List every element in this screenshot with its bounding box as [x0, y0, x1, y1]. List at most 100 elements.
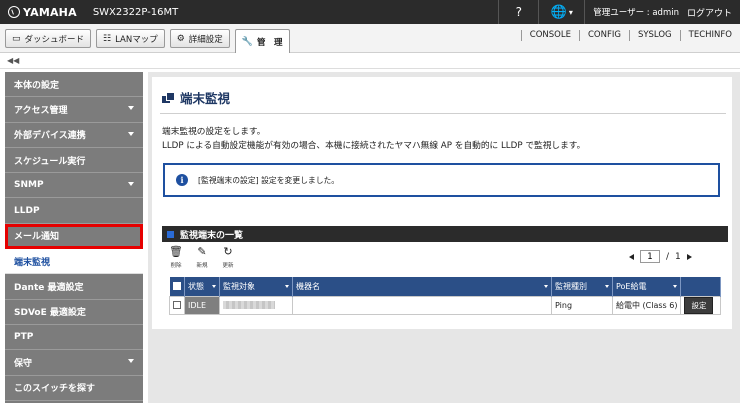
sidebar-item-mail-notification[interactable]: メール通知 [5, 223, 143, 250]
row-select-cell [169, 295, 185, 315]
chevron-down-icon: ▾ [568, 7, 573, 17]
column-poe[interactable]: PoE給電 [612, 277, 682, 296]
edit-icon: ✎ [197, 245, 207, 258]
sort-icon [605, 284, 609, 288]
column-state[interactable]: 状態 [184, 277, 220, 296]
trash-icon: 🗑 [169, 245, 183, 258]
list-title: 監視端末の一覧 [180, 230, 244, 241]
info-icon: i [176, 174, 188, 186]
console-link[interactable]: CONSOLE [520, 30, 579, 41]
sidebar-item-lldp[interactable]: LLDP [5, 198, 143, 224]
sidebar-item-external-devices[interactable]: 外部デバイス連携 [5, 123, 143, 148]
sidebar-item-ptp[interactable]: PTP [5, 325, 143, 351]
device-model: SWX2322P-16MT [92, 6, 179, 18]
page-description: 端末監視の設定をします。 LLDP による自動設定機能が有効の場合、本機に接続さ… [162, 125, 585, 153]
page-separator: / [666, 251, 670, 262]
next-page-icon[interactable] [686, 253, 692, 260]
brand-logo: YAMAHA [8, 6, 77, 19]
description-line-1: 端末監視の設定をします。 [162, 127, 266, 137]
refresh-button[interactable]: ↻ 更新 [218, 245, 238, 273]
column-device-name[interactable]: 機器名 [292, 277, 552, 296]
sort-icon [673, 284, 678, 288]
yamaha-logo-icon [8, 6, 20, 18]
page-title-text: 端末監視 [180, 91, 231, 106]
sidebar-item-access-control[interactable]: アクセス管理 [5, 97, 143, 123]
table-header-row: 状態 監視対象 機器名 監視種別 PoE給電 [169, 277, 722, 296]
help-button[interactable]: ? [498, 0, 538, 24]
gear-icon: ⚙ [176, 33, 185, 44]
list-header: 監視端末の一覧 [162, 226, 728, 242]
table-row: IDLE Ping 給電中 (Class 6) 設定 [169, 295, 722, 315]
square-icon [167, 230, 174, 238]
user-label: 管理ユーザー : admin [593, 8, 679, 18]
select-all-checkbox[interactable] [172, 282, 181, 291]
monitor-table: 状態 監視対象 機器名 監視種別 PoE給電 IDLE Ping 給電中 (Cl… [169, 277, 722, 315]
help-icon: ? [515, 5, 522, 19]
top-bar: YAMAHA SWX2322P-16MT ? 🌐 ▾ 管理ユーザー : admi… [0, 0, 740, 24]
collapse-strip: ◀◀ [0, 54, 740, 69]
map-icon: ☷ [103, 33, 112, 44]
description-line-2: LLDP による自動設定機能が有効の場合、本機に接続されたヤマハ無線 AP を自… [162, 141, 586, 151]
tab-management[interactable]: 🔧 管 理 [234, 29, 290, 53]
collapse-sidebar-icon[interactable]: ◀◀ [7, 56, 19, 65]
windows-icon [162, 92, 175, 103]
prev-page-icon[interactable] [629, 253, 634, 260]
techinfo-link[interactable]: TECHINFO [679, 30, 740, 41]
globe-icon: 🌐 [550, 4, 567, 20]
title-divider [160, 113, 726, 114]
sidebar-item-find-switch[interactable]: このスイッチを探す [5, 376, 143, 401]
delete-button[interactable]: 🗑 削除 [166, 245, 186, 273]
chevron-down-icon [128, 359, 134, 364]
logout-link[interactable]: ログアウト [687, 6, 732, 19]
monitor-icon: ▭ [12, 33, 21, 44]
list-toolbar: 🗑 削除 ✎ 新規 ↻ 更新 [162, 245, 238, 273]
tab-dashboard[interactable]: ▭ ダッシュボード [5, 29, 92, 48]
chevron-down-icon [128, 182, 134, 187]
brand-name: YAMAHA [23, 5, 77, 19]
row-target [219, 295, 293, 315]
page-total: 1 [675, 251, 681, 262]
tab-advanced-settings-label: 詳細設定 [188, 34, 223, 45]
wrench-icon: 🔧 [241, 36, 254, 47]
sidebar-item-terminal-monitoring[interactable]: 端末監視 [5, 249, 143, 275]
tab-lan-map[interactable]: ☷ LANマップ [96, 29, 165, 48]
sidebar-item-dante[interactable]: Dante 最適設定 [5, 274, 143, 300]
column-target[interactable]: 監視対象 [219, 277, 293, 296]
notice-text: [監視端末の設定] 設定を変更しました。 [198, 175, 340, 185]
column-monitor-type[interactable]: 監視種別 [551, 277, 613, 296]
pagination: / 1 [629, 250, 692, 263]
chevron-down-icon [128, 106, 134, 111]
notice-box: i [監視端末の設定] 設定を変更しました。 [163, 163, 720, 197]
page-number-input[interactable] [640, 250, 660, 263]
column-action [680, 277, 722, 296]
sidebar-item-unit-settings[interactable]: 本体の設定 [5, 72, 143, 98]
tab-management-label: 管 理 [257, 37, 283, 48]
config-link[interactable]: CONFIG [578, 30, 629, 41]
row-device-name [292, 295, 552, 315]
sidebar-item-snmp[interactable]: SNMP [5, 173, 143, 199]
menu-bar: ▭ ダッシュボード ☷ LANマップ ⚙ 詳細設定 🔧 管 理 CONSOLE … [0, 24, 740, 53]
row-state: IDLE [184, 295, 220, 315]
page-title: 端末監視 [162, 88, 230, 107]
chevron-down-icon [128, 131, 134, 136]
sort-icon [285, 284, 289, 288]
row-poe: 給電中 (Class 6) [611, 295, 682, 315]
sidebar: 本体の設定 アクセス管理 外部デバイス連携 スケジュール実行 SNMP LLDP… [5, 72, 143, 403]
row-checkbox[interactable] [173, 301, 181, 309]
row-action-cell: 設定 [680, 295, 722, 315]
redacted-target [223, 301, 275, 309]
sidebar-item-sdvoe[interactable]: SDVoE 最適設定 [5, 300, 143, 325]
new-button[interactable]: ✎ 新規 [192, 245, 212, 273]
tab-lan-map-label: LANマップ [115, 34, 158, 45]
settings-button[interactable]: 設定 [684, 296, 714, 314]
refresh-icon: ↻ [223, 245, 233, 258]
sidebar-item-schedule[interactable]: スケジュール実行 [5, 148, 143, 174]
language-button[interactable]: 🌐 ▾ [538, 0, 584, 24]
main-area: 端末監視 端末監視の設定をします。 LLDP による自動設定機能が有効の場合、本… [148, 72, 740, 403]
sort-icon [544, 284, 548, 288]
row-monitor-type: Ping [551, 295, 613, 315]
sidebar-item-maintenance[interactable]: 保守 [5, 350, 143, 376]
syslog-link[interactable]: SYSLOG [628, 30, 680, 41]
sort-icon [212, 284, 216, 288]
tab-advanced-settings[interactable]: ⚙ 詳細設定 [169, 29, 230, 48]
